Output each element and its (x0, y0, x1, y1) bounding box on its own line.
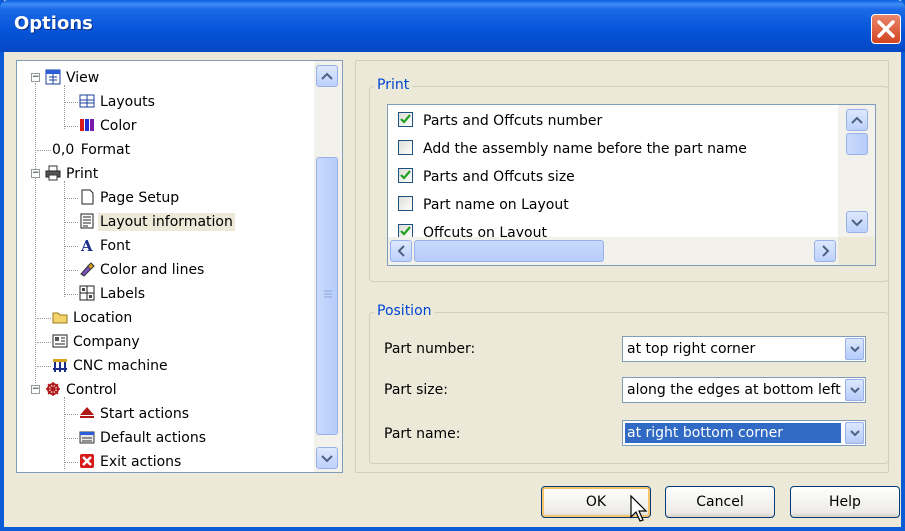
layout-grid-icon (79, 94, 95, 108)
control-wheel-icon (46, 382, 60, 396)
print-list-hscrollbar[interactable] (388, 237, 838, 265)
checkbox-unchecked[interactable] (398, 140, 413, 155)
part-number-label: Part number: (384, 341, 476, 357)
print-list-vscrollbar[interactable] (838, 105, 875, 237)
chevron-up-icon (321, 72, 333, 80)
tree-item-default-actions[interactable]: Default actions (79, 426, 208, 450)
check-icon (400, 114, 411, 124)
list-hscroll-thumb[interactable] (414, 240, 604, 262)
option-parts-offcuts-number[interactable]: Parts and Offcuts number (398, 109, 602, 133)
list-scroll-down-button[interactable] (846, 211, 868, 233)
part-name-select[interactable]: at right bottom corner (622, 420, 866, 446)
svg-text:A: A (80, 237, 93, 253)
option-add-assembly-name[interactable]: Add the assembly name before the part na… (398, 137, 747, 161)
part-number-dropdown-button[interactable] (845, 338, 864, 360)
tree-item-layouts[interactable]: Layouts (79, 90, 157, 114)
cancel-button[interactable]: Cancel (665, 486, 775, 518)
chevron-up-icon (851, 116, 863, 124)
part-size-label: Part size: (384, 382, 448, 398)
cnc-machine-icon (53, 359, 67, 372)
checkbox-unchecked[interactable] (398, 196, 413, 211)
view-collapse-toggle[interactable]: − (31, 73, 40, 82)
tree-item-company[interactable]: Company (52, 330, 142, 354)
tree-item-page-setup[interactable]: Page Setup (79, 186, 181, 210)
tree-scroll-down-button[interactable] (316, 447, 338, 469)
grip-icon (324, 290, 332, 298)
option-parts-offcuts-size[interactable]: Parts and Offcuts size (398, 165, 575, 189)
window-title: Options (14, 13, 93, 34)
tree-scrollbar[interactable] (314, 61, 342, 472)
start-actions-icon (80, 407, 94, 418)
tree-item-color[interactable]: Color (79, 114, 139, 138)
exit-x-icon (80, 454, 94, 468)
default-actions-icon (79, 431, 95, 444)
checkbox-checked[interactable] (398, 168, 413, 183)
color-bars-icon (80, 119, 94, 131)
options-tree[interactable]: − − − View Layouts Color 0,0 Format Prin… (16, 60, 343, 473)
part-name-label: Part name: (384, 426, 461, 442)
control-collapse-toggle[interactable]: − (31, 385, 40, 394)
mouse-cursor-icon (630, 495, 648, 522)
print-collapse-toggle[interactable]: − (31, 169, 40, 178)
help-button[interactable]: Help (790, 486, 900, 518)
check-icon (400, 170, 411, 180)
scroll-corner (838, 237, 875, 265)
close-icon (877, 20, 895, 38)
window-grid-icon (45, 69, 61, 85)
labels-grid-icon (79, 285, 95, 301)
tree-item-view[interactable]: View (45, 66, 101, 90)
part-name-dropdown-button[interactable] (845, 422, 864, 444)
part-number-select[interactable]: at top right corner (622, 336, 866, 362)
print-group-label: Print (374, 77, 413, 93)
document-lines-icon (80, 213, 94, 229)
chevron-down-icon (850, 387, 860, 394)
tree-item-exit-actions[interactable]: Exit actions (79, 450, 183, 472)
format-prefix: 0,0 (52, 142, 75, 158)
print-options-list[interactable]: Parts and Offcuts number Add the assembl… (387, 104, 876, 266)
chevron-down-icon (321, 455, 333, 463)
tree-item-start-actions[interactable]: Start actions (79, 402, 191, 426)
chevron-left-icon (397, 245, 405, 257)
folder-icon (52, 312, 68, 324)
list-scroll-left-button[interactable] (390, 240, 412, 262)
tree-item-format[interactable]: 0,0 Format (50, 138, 132, 162)
tree-scroll-thumb[interactable] (316, 157, 338, 435)
close-button[interactable] (871, 14, 901, 44)
tree-item-print[interactable]: Print (45, 162, 100, 186)
chevron-down-icon (850, 346, 860, 353)
company-card-icon (52, 334, 68, 348)
tree-item-layout-information[interactable]: Layout information (79, 210, 235, 234)
list-scroll-up-button[interactable] (846, 109, 868, 131)
tree-item-color-and-lines[interactable]: Color and lines (79, 258, 206, 282)
tree-scroll-up-button[interactable] (316, 65, 338, 87)
chevron-down-icon (851, 219, 863, 227)
part-size-select[interactable]: along the edges at bottom left (622, 377, 866, 403)
font-a-icon: A (80, 237, 93, 253)
checkbox-checked[interactable] (398, 112, 413, 127)
check-icon (400, 226, 411, 236)
tree-item-control[interactable]: Control (45, 378, 119, 402)
chevron-down-icon (850, 430, 860, 437)
page-icon (81, 189, 94, 205)
list-scroll-right-button[interactable] (814, 240, 836, 262)
position-group-label: Position (374, 303, 435, 319)
brush-icon (80, 262, 95, 277)
tree-item-location[interactable]: Location (52, 306, 134, 330)
part-size-dropdown-button[interactable] (845, 379, 864, 401)
option-part-name-on-layout[interactable]: Part name on Layout (398, 193, 569, 217)
tree-item-font[interactable]: A Font (79, 234, 132, 258)
tree-item-labels[interactable]: Labels (79, 282, 147, 306)
list-vscroll-thumb[interactable] (846, 133, 868, 155)
title-bar[interactable]: Options (0, 0, 905, 52)
tree-item-cnc-machine[interactable]: CNC machine (52, 354, 170, 378)
printer-icon (45, 165, 61, 181)
chevron-right-icon (822, 245, 830, 257)
